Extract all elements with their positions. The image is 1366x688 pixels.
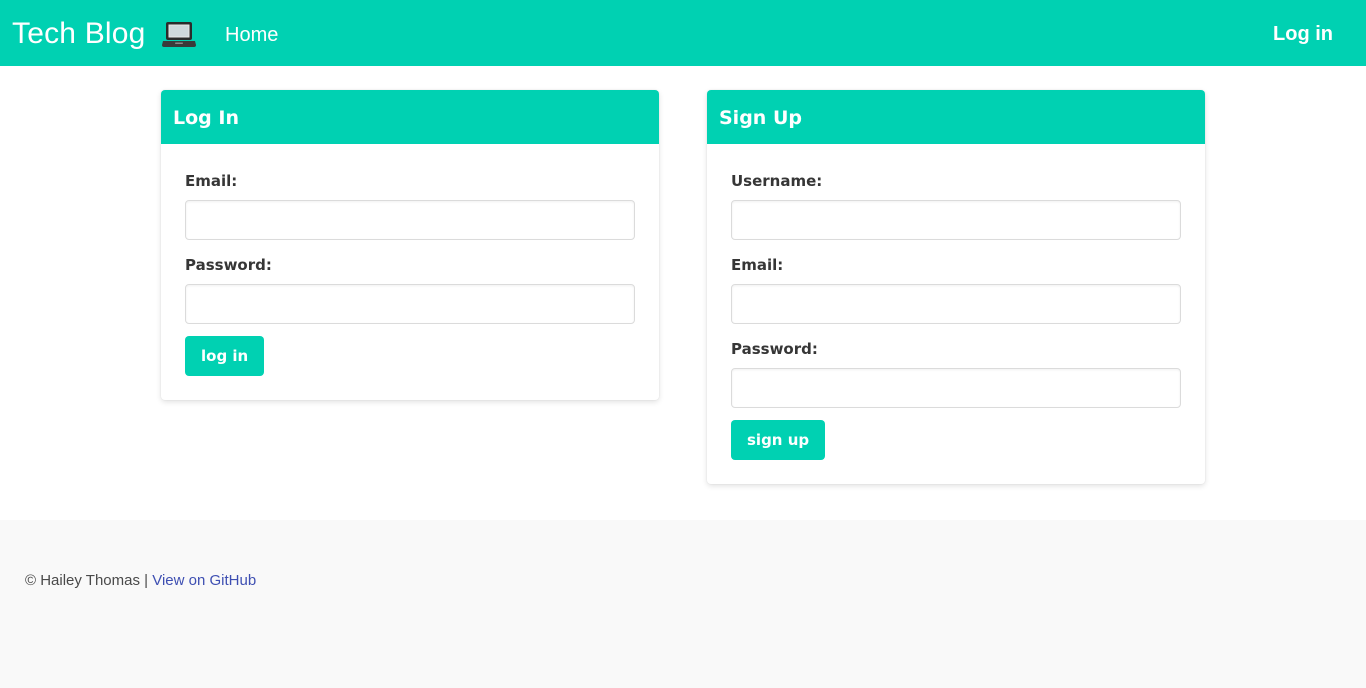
signup-card-title: Sign Up	[707, 90, 1205, 144]
main-content: Log In Email: Password: log in Sign Up U…	[0, 66, 1366, 520]
signup-password-label: Password:	[731, 340, 818, 358]
laptop-icon	[162, 22, 196, 47]
login-password-label: Password:	[185, 256, 272, 274]
login-password-input[interactable]	[185, 284, 635, 324]
login-form: Email: Password: log in	[161, 144, 659, 376]
login-button[interactable]: log in	[185, 336, 265, 376]
navbar: Tech Blog Home Log in	[0, 0, 1366, 66]
footer-text: © Hailey Thomas | View on GitHub	[25, 571, 256, 591]
signup-form: Username: Email: Password: sign up	[707, 144, 1205, 460]
footer: © Hailey Thomas | View on GitHub	[0, 520, 1366, 688]
login-email-label: Email:	[185, 172, 238, 190]
login-email-input[interactable]	[185, 200, 635, 240]
footer-copyright: © Hailey Thomas	[25, 572, 140, 589]
login-card: Log In Email: Password: log in	[161, 90, 659, 400]
nav-login-link[interactable]: Log in	[1273, 21, 1333, 47]
signup-card: Sign Up Username: Email: Password: sign …	[707, 90, 1205, 484]
signup-email-input[interactable]	[731, 284, 1181, 324]
github-link[interactable]: View on GitHub	[152, 572, 256, 589]
signup-username-input[interactable]	[731, 200, 1181, 240]
brand-link[interactable]: Tech Blog	[12, 14, 146, 54]
signup-button[interactable]: sign up	[731, 420, 826, 460]
footer-separator: |	[144, 572, 149, 589]
login-card-title: Log In	[161, 90, 659, 144]
signup-password-input[interactable]	[731, 368, 1181, 408]
nav-home-link[interactable]: Home	[225, 22, 278, 48]
signup-username-label: Username:	[731, 172, 823, 190]
signup-email-label: Email:	[731, 256, 784, 274]
